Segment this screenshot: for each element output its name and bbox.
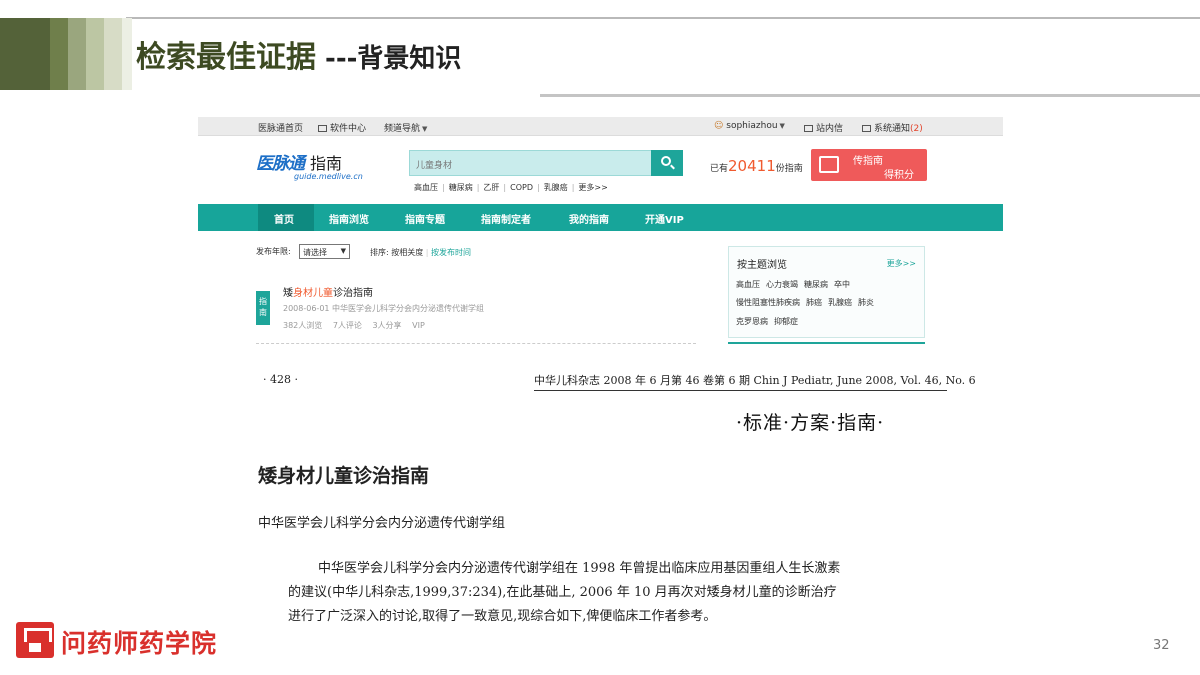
shares-count[interactable]: 3人分享 [372,321,401,330]
chevron-down-icon: ▼ [340,247,346,255]
search-icon [661,156,671,166]
journal-header: 中华儿科杂志 2008 年 6 月第 46 卷第 6 期 Chin J Pedi… [534,372,976,391]
home-link[interactable]: 医脉通首页 [258,121,303,134]
header-color-bars [0,18,132,90]
year-filter-label: 发布年限: [256,247,291,256]
topic-item[interactable]: 乳腺癌 [828,298,852,307]
search-button[interactable] [651,150,683,176]
search-box[interactable]: 儿童身材 [409,150,683,176]
topic-item[interactable]: 慢性阻塞性肺疾病 [736,298,800,307]
journal-category: ·标准·方案·指南· [736,412,885,434]
logo-mark: 医脉通 [256,154,305,174]
hot-tag[interactable]: 糖尿病 [449,183,473,192]
nav-vip[interactable]: 开通VIP [645,211,684,226]
caret-down-icon: ▼ [422,125,428,133]
slide-page-number: 32 [1153,638,1170,653]
hot-tag[interactable]: 高血压 [414,183,438,192]
upload-label-2: 得积分 [884,170,914,181]
upload-label-1: 传指南 [853,156,883,167]
nav-browse[interactable]: 指南浏览 [329,211,369,226]
guideline-count-number: 20411 [728,157,776,175]
article-paragraph-line: 的建议(中华儿科杂志,1999,37:234),在此基础上, 2006 年 10… [288,585,837,600]
result-title-link[interactable]: 矮身材儿童诊治指南 [283,284,373,299]
hot-tag[interactable]: 乳腺癌 [544,183,568,192]
article-title: 矮身材儿童诊治指南 [258,465,430,487]
topic-item[interactable]: 心力衰竭 [766,280,798,289]
monitor-icon [318,125,327,132]
caret-down-icon: ▼ [779,122,785,130]
site-topbar: 医脉通首页 软件中心 频道导航 ▼ ☺ sophiazhou ▼ 站内信 系统通知(… [198,117,1003,136]
site-logo[interactable]: 医脉通 指南 guide.medlive.cn [256,149,363,181]
article-paragraph-line: 中华医学会儿科学分会内分泌遗传代谢学组在 1998 年曾提出临床应用基因重组人生… [318,561,841,576]
topic-browse-panel: 按主题浏览 更多>> 高血压 心力衰竭 糖尿病 卒中 慢性阻塞性肺疾病 肺癌 乳腺癌 肺炎 … [728,246,925,338]
topic-item[interactable]: 抑郁症 [774,317,798,326]
topic-item[interactable]: 克罗恩病 [736,317,768,326]
user-avatar-icon: ☺ [714,121,724,131]
logo-domain: guide.medlive.cn [294,172,363,181]
upload-icon [819,156,839,173]
sort-relevance[interactable]: 按相关度 [391,248,423,257]
article-paragraph-line: 进行了广泛深入的讨论,取得了一致意见,现综合如下,俾便临床工作者参考。 [288,609,717,624]
sort-by-date[interactable]: 按发布时间 [431,248,471,257]
topic-item[interactable]: 肺癌 [806,298,822,307]
result-stats: 382人浏览 7人评论 3人分享 VIP [283,320,433,331]
hot-tag[interactable]: 乙肝 [483,183,499,192]
logo-product: 指南 [310,154,343,173]
main-nav: 首页 指南浏览 指南专题 指南制定者 我的指南 开通VIP [198,204,1003,231]
year-select[interactable]: 请选择 ▼ [299,244,350,259]
nav-my-guidelines[interactable]: 我的指南 [569,211,609,226]
brand-name: 问药师药学院 [61,629,218,658]
mail-icon [804,125,813,132]
header-top-line [126,17,1200,19]
chat-icon [862,125,871,132]
header-bottom-line [540,94,1200,97]
software-center-link[interactable]: 软件中心 [318,121,366,134]
topic-item[interactable]: 卒中 [834,280,850,289]
views-count: 382人浏览 [283,321,323,330]
nav-home[interactable]: 首页 [274,211,294,226]
topic-item[interactable]: 肺炎 [858,298,874,307]
channel-nav-dropdown[interactable]: 频道导航 ▼ [384,121,427,134]
guideline-count: 已有20411份指南 [710,157,803,175]
nav-topics[interactable]: 指南专题 [405,211,445,226]
academy-emblem-icon [16,622,54,658]
sort-options: 排序: 按相关度 | 按发布时间 [370,248,472,257]
vip-badge: VIP [412,321,425,330]
search-input[interactable]: 儿童身材 [416,158,452,171]
topic-more-link[interactable]: 更多>> [887,258,916,269]
hot-tags: 高血压 | 糖尿病 | 乙肝 | COPD | 乳腺癌 | 更多>> [414,183,608,192]
hot-tag-more[interactable]: 更多>> [578,183,607,192]
website-screenshot: 医脉通首页 软件中心 频道导航 ▼ ☺ sophiazhou ▼ 站内信 系统通知(… [198,117,1003,350]
journal-page-number: · 428 · [263,373,298,386]
sort-label: 排序: [370,248,389,257]
slide-title: 检索最佳证据 ---背景知识 [136,32,461,76]
topic-heading: 按主题浏览 [737,260,787,271]
topic-item[interactable]: 高血压 [736,280,760,289]
result-meta: 2008-06-01 中华医学会儿科学分会内分泌遗传代谢学组 [283,304,485,313]
guideline-type-badge: 指南 [256,291,270,325]
messages-link[interactable]: 站内信 [804,121,843,134]
upload-guideline-button[interactable]: 传指南 得积分 [811,149,927,181]
slide-title-sub: ---背景知识 [316,44,462,74]
user-menu[interactable]: ☺ sophiazhou ▼ [714,121,785,131]
article-authors: 中华医学会儿科学分会内分泌遗传代谢学组 [258,516,506,531]
topic-item[interactable]: 糖尿病 [804,280,828,289]
slide-title-main: 检索最佳证据 [136,40,316,75]
result-divider [256,343,696,344]
nav-makers[interactable]: 指南制定者 [481,211,531,226]
topic-panel-underline [728,342,925,344]
system-notice-link[interactable]: 系统通知(2) [862,121,923,134]
hot-tag[interactable]: COPD [510,183,533,192]
comments-count[interactable]: 7人评论 [333,321,362,330]
